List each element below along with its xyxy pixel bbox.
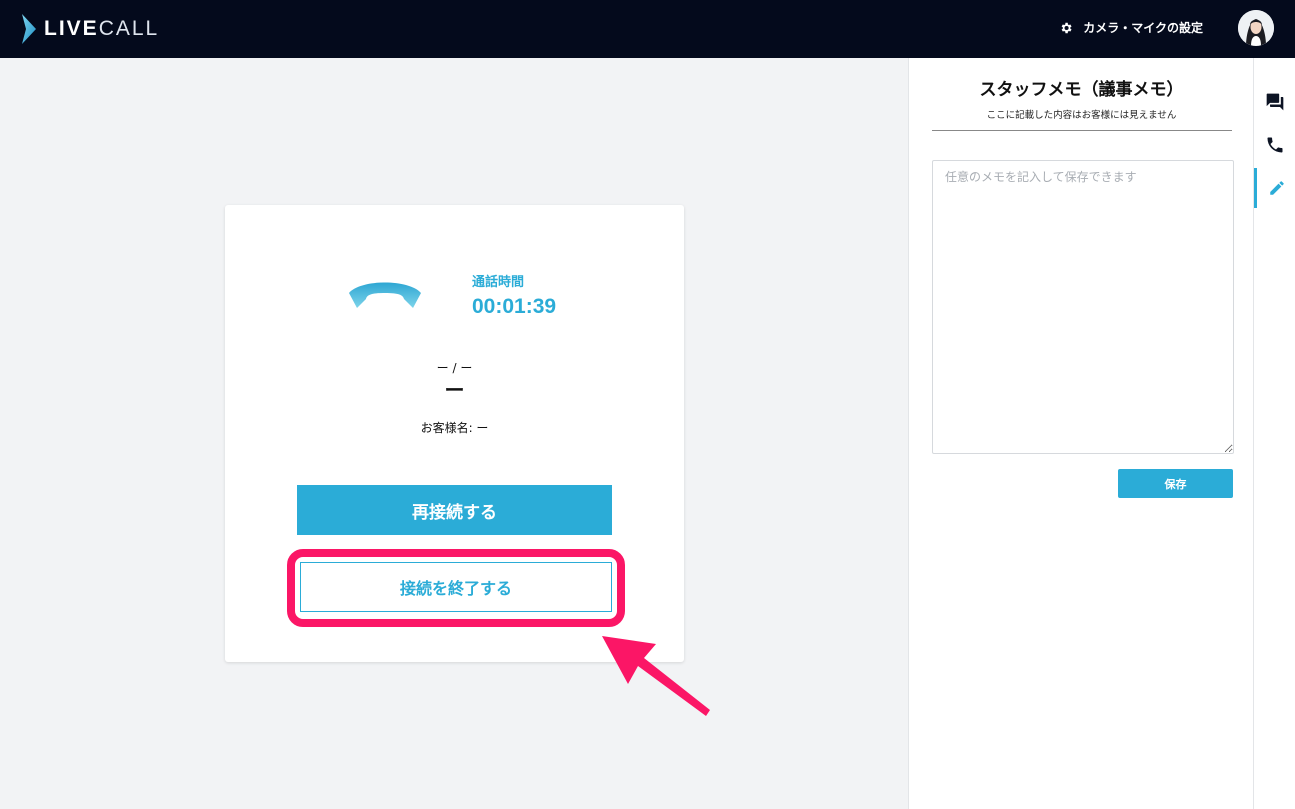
session-pair-text: ー / ー [436, 361, 473, 375]
logo-live-text: LIVE [44, 17, 99, 40]
gear-icon [1061, 22, 1072, 33]
livecall-logo[interactable]: LIVECALL [20, 14, 159, 44]
pencil-icon [1269, 181, 1284, 195]
rail-item-phone[interactable] [1254, 125, 1295, 165]
memo-title: スタッフメモ（議事メモ） [979, 80, 1184, 100]
right-sidebar-rail [1253, 58, 1295, 809]
memo-divider [932, 130, 1232, 131]
session-id-text: ー [444, 378, 465, 402]
call-duration-label: 通話時間 [472, 275, 525, 290]
customer-name-text: お客様名: ー [420, 421, 489, 435]
chat-icon [1266, 93, 1284, 111]
reconnect-button[interactable]: 再接続する [297, 485, 612, 535]
logo-mark-icon [22, 14, 36, 44]
user-avatar[interactable] [1238, 10, 1274, 46]
settings-label: カメラ・マイクの設定 [1083, 21, 1203, 35]
rail-item-memo[interactable] [1254, 168, 1295, 208]
memo-textarea[interactable] [932, 160, 1234, 454]
logo-call-text: CALL [98, 17, 160, 40]
top-bar: LIVECALL カメラ・マイクの設定 [0, 0, 1295, 58]
logo-text: LIVECALL [44, 17, 159, 41]
memo-save-button[interactable]: 保存 [1118, 469, 1233, 498]
staff-memo-panel: スタッフメモ（議事メモ） ここに記載した内容はお客様には見えません 保存 [908, 58, 1253, 809]
memo-subtitle: ここに記載した内容はお客様には見えません [986, 110, 1177, 121]
avatar-icon [1238, 10, 1274, 46]
hangup-phone-icon [349, 282, 421, 308]
end-connection-button[interactable]: 接続を終了する [300, 562, 612, 612]
camera-mic-settings-button[interactable]: カメラ・マイクの設定 [1059, 19, 1203, 36]
phone-icon [1267, 137, 1283, 153]
call-status-card: 通話時間 00:01:39 ー / ー ー お客様名: ー 再接続する 接続を終… [225, 205, 684, 662]
rail-item-chat[interactable] [1254, 82, 1295, 122]
call-duration-value: 00:01:39 [472, 295, 557, 318]
